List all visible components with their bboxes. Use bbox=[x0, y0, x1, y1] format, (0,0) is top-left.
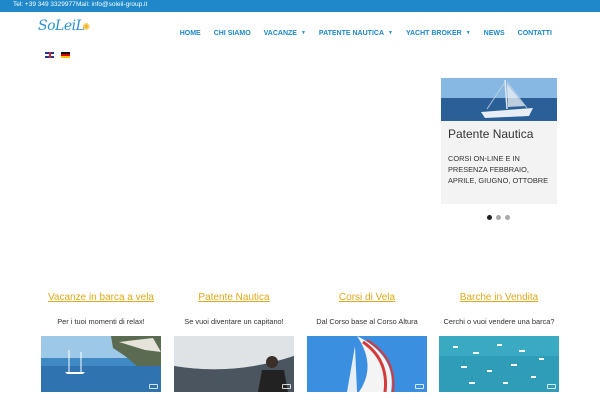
sun-icon: ✺ bbox=[82, 22, 91, 33]
nav-label: PATENTE NAUTICA bbox=[318, 29, 384, 37]
feature-title-link[interactable]: Vacanze in barca a vela bbox=[41, 292, 161, 303]
nav-item-home[interactable]: HOME bbox=[180, 27, 201, 39]
site-logo[interactable]: SoLeiL ✺ bbox=[38, 16, 94, 44]
nav-item-patente-nautica[interactable]: PATENTE NAUTICA ▼ bbox=[319, 27, 393, 39]
phone-number[interactable]: Tel: +39 349 3329977 bbox=[13, 1, 76, 8]
nav-label: YACHT BROKER bbox=[405, 29, 462, 37]
feature-patente: Patente Nautica Se vuoi diventare un cap… bbox=[174, 292, 294, 392]
feature-subtitle: Dal Corso base al Corso Altura bbox=[316, 317, 418, 326]
nav-item-vacanze[interactable]: VACANZE ▼ bbox=[264, 27, 306, 39]
nav-item-contatti[interactable]: CONTATTI bbox=[518, 27, 552, 39]
image-badge-icon bbox=[415, 384, 424, 389]
slider-dot[interactable] bbox=[496, 215, 501, 220]
slider-dots bbox=[487, 215, 510, 220]
image-badge-icon bbox=[149, 384, 158, 389]
slider-dot[interactable] bbox=[505, 215, 510, 220]
caret-down-icon: ▼ bbox=[300, 30, 306, 36]
feature-title-link[interactable]: Patente Nautica bbox=[174, 292, 294, 303]
nav-label: VACANZE bbox=[263, 29, 297, 37]
nav-label: CHI SIAMO bbox=[213, 29, 251, 37]
nav-item-news[interactable]: NEWS bbox=[484, 27, 505, 39]
spinnaker-photo[interactable] bbox=[307, 336, 427, 392]
image-badge-icon bbox=[547, 384, 556, 389]
nav-item-yacht-broker[interactable]: YACHT BROKER ▼ bbox=[406, 27, 471, 39]
sailor-photo[interactable] bbox=[174, 336, 294, 392]
coast-photo[interactable] bbox=[41, 336, 161, 392]
slide-text: CORSI ON-LINE E IN PRESENZA FEBBRAIO, AP… bbox=[448, 154, 549, 185]
anchorage-photo[interactable] bbox=[439, 336, 559, 392]
image-badge-icon bbox=[282, 384, 291, 389]
main-navigation: HOME CHI SIAMO VACANZE ▼ PATENTE NAUTICA ▼… bbox=[167, 27, 552, 39]
logo-wordmark: SoLeiL bbox=[38, 18, 85, 34]
nav-label: CONTATTI bbox=[517, 29, 552, 37]
caret-down-icon: ▼ bbox=[388, 30, 393, 36]
caret-down-icon: ▼ bbox=[465, 30, 471, 36]
feature-barche-vendita: Barche in Vendita Cerchi o vuoi vendere … bbox=[439, 292, 559, 392]
email-address[interactable]: Mail: info@soleil-group.it bbox=[76, 1, 147, 8]
feature-corsi-vela: Corsi di Vela Dal Corso base al Corso Al… bbox=[307, 292, 427, 392]
top-contact-bar: Tel: +39 349 3329977 Mail: info@soleil-g… bbox=[0, 0, 600, 12]
nav-item-chi-siamo[interactable]: CHI SIAMO bbox=[214, 27, 251, 39]
nav-label: NEWS bbox=[483, 29, 505, 37]
nav-label: HOME bbox=[179, 29, 201, 37]
feature-subtitle: Per i tuoi momenti di relax! bbox=[57, 317, 145, 326]
feature-subtitle: Cerchi o vuoi vendere una barca? bbox=[443, 317, 555, 326]
feature-title-link[interactable]: Corsi di Vela bbox=[307, 292, 427, 303]
sailboat-photo bbox=[441, 78, 557, 121]
slide-card[interactable]: Patente Nautica CORSI ON-LINE E IN PRESE… bbox=[441, 78, 557, 204]
feature-title-link[interactable]: Barche in Vendita bbox=[439, 292, 559, 303]
uk-flag-icon[interactable] bbox=[45, 52, 54, 58]
germany-flag-icon[interactable] bbox=[61, 52, 70, 58]
slide-title: Patente Nautica bbox=[448, 127, 534, 141]
slider-dot[interactable] bbox=[487, 215, 492, 220]
feature-vacanze: Vacanze in barca a vela Per i tuoi momen… bbox=[41, 292, 161, 392]
feature-subtitle: Se vuoi diventare un capitano! bbox=[184, 317, 284, 326]
